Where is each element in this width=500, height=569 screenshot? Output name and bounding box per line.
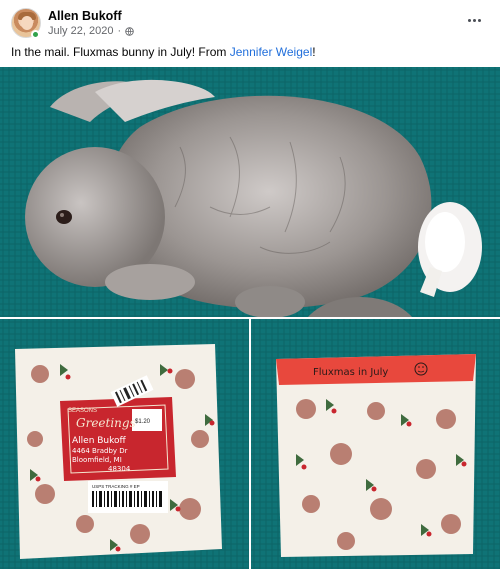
tagged-person-link[interactable]: Jennifer Weigel: [230, 45, 313, 59]
address-line-3: Bloomfield, MI: [72, 456, 122, 464]
author-name[interactable]: Allen Bukoff: [48, 9, 122, 23]
globe-icon[interactable]: [125, 26, 134, 36]
photo-bunny[interactable]: [0, 67, 500, 317]
more-options-button[interactable]: [462, 10, 486, 30]
more-dot: [477, 18, 481, 22]
avatar-face: [21, 16, 33, 30]
address-line-4: 48304: [108, 465, 131, 473]
photo-package-back[interactable]: Fluxmas in July: [251, 319, 500, 569]
package-front-illustration: SEASONS Greetings Allen Bukoff 4464 Brad…: [0, 319, 249, 569]
photo-package-front[interactable]: SEASONS Greetings Allen Bukoff 4464 Brad…: [0, 319, 249, 569]
post-date[interactable]: July 22, 2020: [48, 25, 113, 37]
stamp-text: $1.20: [135, 419, 151, 425]
post-text-before: In the mail. Fluxmas bunny in July! From: [11, 45, 230, 59]
flap-handwriting: Fluxmas in July: [313, 367, 388, 378]
post-text-after: !: [312, 45, 316, 59]
address-line-1: Allen Bukoff: [72, 436, 127, 446]
post-header: Allen Bukoff July 22, 2020 ·: [0, 0, 500, 40]
post-meta: July 22, 2020 ·: [48, 25, 134, 37]
more-options-icon: [467, 18, 471, 22]
more-dot: [472, 18, 476, 22]
post-text: In the mail. Fluxmas bunny in July! From…: [11, 45, 316, 59]
meta-separator: ·: [117, 25, 122, 37]
label-header: SEASONS: [68, 408, 97, 414]
address-line-2: 4464 Bradby Dr: [72, 447, 128, 455]
online-status-icon: [31, 30, 40, 39]
bunny-illustration: [0, 67, 500, 317]
tracking-label: USPS TRACKING # EP: [92, 484, 140, 489]
label-greetings: Greetings: [76, 416, 136, 430]
package-back-illustration: Fluxmas in July: [251, 319, 500, 569]
